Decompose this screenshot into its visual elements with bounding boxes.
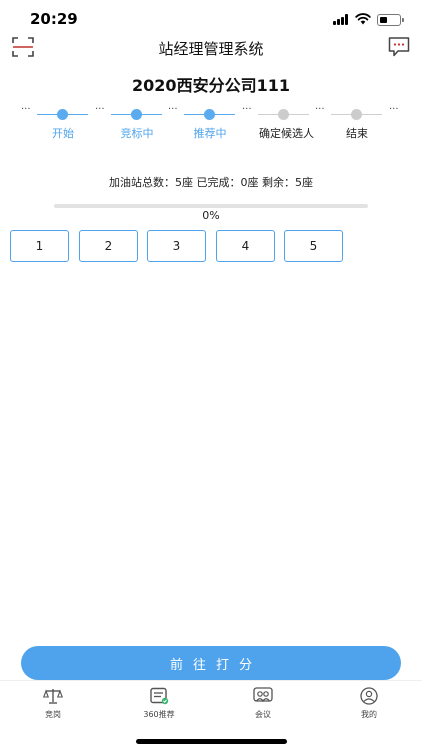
tab-profile[interactable]: 我的 bbox=[339, 687, 399, 720]
cellular-signal-icon bbox=[333, 14, 349, 25]
step-ellipsis: ··· bbox=[21, 104, 31, 115]
scale-icon bbox=[43, 689, 63, 704]
step-ellipsis: ··· bbox=[242, 104, 252, 115]
step-ellipsis: ··· bbox=[168, 104, 178, 115]
station-button-5[interactable]: 5 bbox=[284, 230, 343, 262]
tab-label-recommend: 360推荐 bbox=[143, 710, 175, 719]
page-title: 站经理管理系统 bbox=[158, 40, 264, 58]
station-button-3[interactable]: 3 bbox=[147, 230, 206, 262]
company-name: 2020西安分公司111 bbox=[132, 76, 290, 95]
tab-recommend[interactable]: 360推荐 bbox=[129, 687, 189, 720]
go-to-score-button[interactable]: 前往打分 bbox=[21, 646, 401, 680]
tab-bidding[interactable]: 竞岗 bbox=[23, 687, 83, 720]
station-button-4[interactable]: 4 bbox=[216, 230, 275, 262]
wifi-icon bbox=[355, 13, 371, 25]
meeting-icon bbox=[253, 687, 273, 703]
step-label-start: 开始 bbox=[52, 127, 74, 140]
status-time: 20:29 bbox=[30, 10, 78, 28]
step-node-confirm-candidate bbox=[278, 109, 289, 120]
station-button-2[interactable]: 2 bbox=[79, 230, 138, 262]
step-node-recommending bbox=[204, 109, 215, 120]
step-indicator: ··· 开始 ··· 竞标中 ··· 推荐中 ··· 确定候选人 ··· 结束 … bbox=[0, 104, 422, 154]
step-label-end: 结束 bbox=[346, 127, 368, 140]
step-node-start bbox=[57, 109, 68, 120]
nav-bar: 站经理管理系统 bbox=[0, 30, 422, 64]
tab-label-meeting: 会议 bbox=[255, 710, 271, 719]
step-ellipsis: ··· bbox=[315, 104, 325, 115]
message-icon[interactable] bbox=[388, 36, 410, 58]
step-label-bidding: 竞标中 bbox=[120, 127, 154, 140]
tab-meeting[interactable]: 会议 bbox=[233, 687, 293, 720]
tab-label-bidding: 竞岗 bbox=[45, 710, 61, 719]
battery-icon bbox=[377, 14, 404, 26]
step-node-bidding bbox=[131, 109, 142, 120]
station-summary: 加油站总数：5座 已完成：0座 剩余：5座 bbox=[109, 176, 313, 189]
recommend-icon bbox=[150, 687, 169, 705]
step-ellipsis: ··· bbox=[389, 104, 399, 115]
station-button-1[interactable]: 1 bbox=[10, 230, 69, 262]
step-label-confirm-candidate: 确定候选人 bbox=[259, 127, 314, 140]
progress-bar bbox=[54, 204, 368, 208]
profile-icon bbox=[360, 687, 378, 705]
tab-label-profile: 我的 bbox=[361, 710, 377, 719]
step-label-recommending: 推荐中 bbox=[193, 127, 227, 140]
progress-label: 0% bbox=[202, 209, 220, 222]
step-node-end bbox=[351, 109, 362, 120]
step-ellipsis: ··· bbox=[95, 104, 105, 115]
home-indicator bbox=[136, 739, 287, 744]
